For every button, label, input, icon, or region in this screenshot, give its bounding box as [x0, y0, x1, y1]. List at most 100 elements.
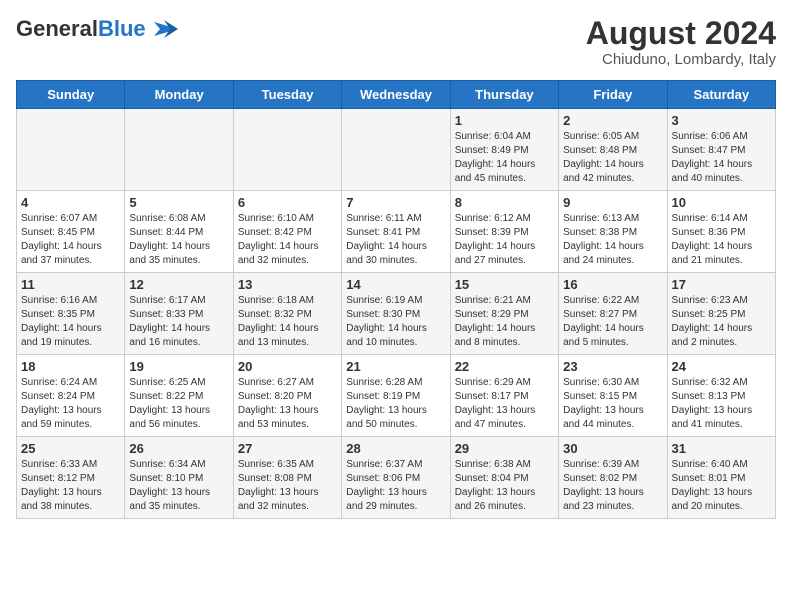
- page-header: GeneralBlue August 2024 Chiuduno, Lombar…: [16, 16, 776, 68]
- day-number: 18: [21, 359, 120, 374]
- calendar-subtitle: Chiuduno, Lombardy, Italy: [586, 51, 776, 68]
- day-info: Sunrise: 6:24 AM Sunset: 8:24 PM Dayligh…: [21, 376, 120, 432]
- calendar-cell: 4 Sunrise: 6:07 AM Sunset: 8:45 PM Daylig…: [17, 191, 125, 273]
- calendar-week-4: 18 Sunrise: 6:24 AM Sunset: 8:24 PM Dayli…: [17, 355, 776, 437]
- day-number: 25: [21, 441, 120, 456]
- calendar-table: SundayMondayTuesdayWednesdayThursdayFrid…: [16, 80, 776, 519]
- day-number: 23: [563, 359, 662, 374]
- calendar-cell: [17, 109, 125, 191]
- day-info: Sunrise: 6:40 AM Sunset: 8:01 PM Dayligh…: [672, 458, 771, 514]
- day-number: 10: [672, 195, 771, 210]
- calendar-cell: [125, 109, 233, 191]
- day-info: Sunrise: 6:19 AM Sunset: 8:30 PM Dayligh…: [346, 294, 445, 350]
- day-info: Sunrise: 6:12 AM Sunset: 8:39 PM Dayligh…: [455, 212, 554, 268]
- calendar-cell: 20 Sunrise: 6:27 AM Sunset: 8:20 PM Dayli…: [233, 355, 341, 437]
- calendar-cell: 8Sunrise: 6:12 AM Sunset: 8:39 PM Daylig…: [450, 191, 558, 273]
- weekday-header-saturday: Saturday: [667, 81, 775, 109]
- calendar-cell: 27Sunrise: 6:35 AM Sunset: 8:08 PM Dayli…: [233, 437, 341, 519]
- day-number: 27: [238, 441, 337, 456]
- day-info: Sunrise: 6:27 AM Sunset: 8:20 PM Dayligh…: [238, 376, 337, 432]
- logo-text: GeneralBlue: [16, 16, 146, 42]
- calendar-cell: 1 Sunrise: 6:04 AM Sunset: 8:49 PM Daylig…: [450, 109, 558, 191]
- calendar-title-block: August 2024 Chiuduno, Lombardy, Italy: [586, 16, 776, 68]
- calendar-cell: 25Sunrise: 6:33 AM Sunset: 8:12 PM Dayli…: [17, 437, 125, 519]
- logo-icon: [150, 18, 182, 40]
- day-info: Sunrise: 6:18 AM Sunset: 8:32 PM Dayligh…: [238, 294, 337, 350]
- calendar-cell: 7 Sunrise: 6:11 AM Sunset: 8:41 PM Daylig…: [342, 191, 450, 273]
- day-number: 4: [21, 195, 120, 210]
- day-info: Sunrise: 6:14 AM Sunset: 8:36 PM Dayligh…: [672, 212, 771, 268]
- day-number: 29: [455, 441, 554, 456]
- calendar-cell: 22Sunrise: 6:29 AM Sunset: 8:17 PM Dayli…: [450, 355, 558, 437]
- day-number: 5: [129, 195, 228, 210]
- day-number: 1: [455, 113, 554, 128]
- day-info: Sunrise: 6:23 AM Sunset: 8:25 PM Dayligh…: [672, 294, 771, 350]
- calendar-cell: 10 Sunrise: 6:14 AM Sunset: 8:36 PM Dayli…: [667, 191, 775, 273]
- day-number: 19: [129, 359, 228, 374]
- calendar-cell: 14 Sunrise: 6:19 AM Sunset: 8:30 PM Dayli…: [342, 273, 450, 355]
- day-info: Sunrise: 6:32 AM Sunset: 8:13 PM Dayligh…: [672, 376, 771, 432]
- day-number: 3: [672, 113, 771, 128]
- calendar-cell: 29 Sunrise: 6:38 AM Sunset: 8:04 PM Dayli…: [450, 437, 558, 519]
- day-number: 26: [129, 441, 228, 456]
- day-info: Sunrise: 6:11 AM Sunset: 8:41 PM Dayligh…: [346, 212, 445, 268]
- calendar-cell: 5 Sunrise: 6:08 AM Sunset: 8:44 PM Daylig…: [125, 191, 233, 273]
- logo: GeneralBlue: [16, 16, 182, 42]
- calendar-cell: 26 Sunrise: 6:34 AM Sunset: 8:10 PM Dayli…: [125, 437, 233, 519]
- day-number: 9: [563, 195, 662, 210]
- day-info: Sunrise: 6:28 AM Sunset: 8:19 PM Dayligh…: [346, 376, 445, 432]
- calendar-cell: 23 Sunrise: 6:30 AM Sunset: 8:15 PM Dayli…: [559, 355, 667, 437]
- day-info: Sunrise: 6:16 AM Sunset: 8:35 PM Dayligh…: [21, 294, 120, 350]
- day-number: 31: [672, 441, 771, 456]
- day-info: Sunrise: 6:06 AM Sunset: 8:47 PM Dayligh…: [672, 130, 771, 186]
- day-number: 12: [129, 277, 228, 292]
- day-info: Sunrise: 6:22 AM Sunset: 8:27 PM Dayligh…: [563, 294, 662, 350]
- calendar-cell: 24 Sunrise: 6:32 AM Sunset: 8:13 PM Dayli…: [667, 355, 775, 437]
- weekday-header-monday: Monday: [125, 81, 233, 109]
- day-number: 15: [455, 277, 554, 292]
- day-info: Sunrise: 6:25 AM Sunset: 8:22 PM Dayligh…: [129, 376, 228, 432]
- calendar-week-2: 4 Sunrise: 6:07 AM Sunset: 8:45 PM Daylig…: [17, 191, 776, 273]
- day-number: 14: [346, 277, 445, 292]
- day-info: Sunrise: 6:05 AM Sunset: 8:48 PM Dayligh…: [563, 130, 662, 186]
- day-info: Sunrise: 6:07 AM Sunset: 8:45 PM Dayligh…: [21, 212, 120, 268]
- day-number: 2: [563, 113, 662, 128]
- day-number: 17: [672, 277, 771, 292]
- calendar-cell: 21Sunrise: 6:28 AM Sunset: 8:19 PM Dayli…: [342, 355, 450, 437]
- day-info: Sunrise: 6:08 AM Sunset: 8:44 PM Dayligh…: [129, 212, 228, 268]
- calendar-cell: 11Sunrise: 6:16 AM Sunset: 8:35 PM Dayli…: [17, 273, 125, 355]
- day-number: 13: [238, 277, 337, 292]
- day-number: 6: [238, 195, 337, 210]
- day-info: Sunrise: 6:13 AM Sunset: 8:38 PM Dayligh…: [563, 212, 662, 268]
- calendar-week-3: 11Sunrise: 6:16 AM Sunset: 8:35 PM Dayli…: [17, 273, 776, 355]
- weekday-header-row: SundayMondayTuesdayWednesdayThursdayFrid…: [17, 81, 776, 109]
- calendar-cell: 17 Sunrise: 6:23 AM Sunset: 8:25 PM Dayli…: [667, 273, 775, 355]
- weekday-header-wednesday: Wednesday: [342, 81, 450, 109]
- day-info: Sunrise: 6:38 AM Sunset: 8:04 PM Dayligh…: [455, 458, 554, 514]
- weekday-header-friday: Friday: [559, 81, 667, 109]
- day-info: Sunrise: 6:04 AM Sunset: 8:49 PM Dayligh…: [455, 130, 554, 186]
- day-number: 28: [346, 441, 445, 456]
- day-info: Sunrise: 6:37 AM Sunset: 8:06 PM Dayligh…: [346, 458, 445, 514]
- day-info: Sunrise: 6:21 AM Sunset: 8:29 PM Dayligh…: [455, 294, 554, 350]
- day-info: Sunrise: 6:34 AM Sunset: 8:10 PM Dayligh…: [129, 458, 228, 514]
- calendar-week-5: 25Sunrise: 6:33 AM Sunset: 8:12 PM Dayli…: [17, 437, 776, 519]
- calendar-cell: [342, 109, 450, 191]
- calendar-cell: 19 Sunrise: 6:25 AM Sunset: 8:22 PM Dayli…: [125, 355, 233, 437]
- day-info: Sunrise: 6:29 AM Sunset: 8:17 PM Dayligh…: [455, 376, 554, 432]
- calendar-cell: [233, 109, 341, 191]
- day-number: 20: [238, 359, 337, 374]
- day-number: 7: [346, 195, 445, 210]
- calendar-cell: 13 Sunrise: 6:18 AM Sunset: 8:32 PM Dayli…: [233, 273, 341, 355]
- calendar-cell: 3 Sunrise: 6:06 AM Sunset: 8:47 PM Daylig…: [667, 109, 775, 191]
- calendar-cell: 30Sunrise: 6:39 AM Sunset: 8:02 PM Dayli…: [559, 437, 667, 519]
- calendar-cell: 6Sunrise: 6:10 AM Sunset: 8:42 PM Daylig…: [233, 191, 341, 273]
- day-number: 16: [563, 277, 662, 292]
- day-number: 30: [563, 441, 662, 456]
- weekday-header-sunday: Sunday: [17, 81, 125, 109]
- day-info: Sunrise: 6:30 AM Sunset: 8:15 PM Dayligh…: [563, 376, 662, 432]
- calendar-cell: 9 Sunrise: 6:13 AM Sunset: 8:38 PM Daylig…: [559, 191, 667, 273]
- calendar-cell: 12Sunrise: 6:17 AM Sunset: 8:33 PM Dayli…: [125, 273, 233, 355]
- calendar-cell: 16 Sunrise: 6:22 AM Sunset: 8:27 PM Dayli…: [559, 273, 667, 355]
- day-number: 24: [672, 359, 771, 374]
